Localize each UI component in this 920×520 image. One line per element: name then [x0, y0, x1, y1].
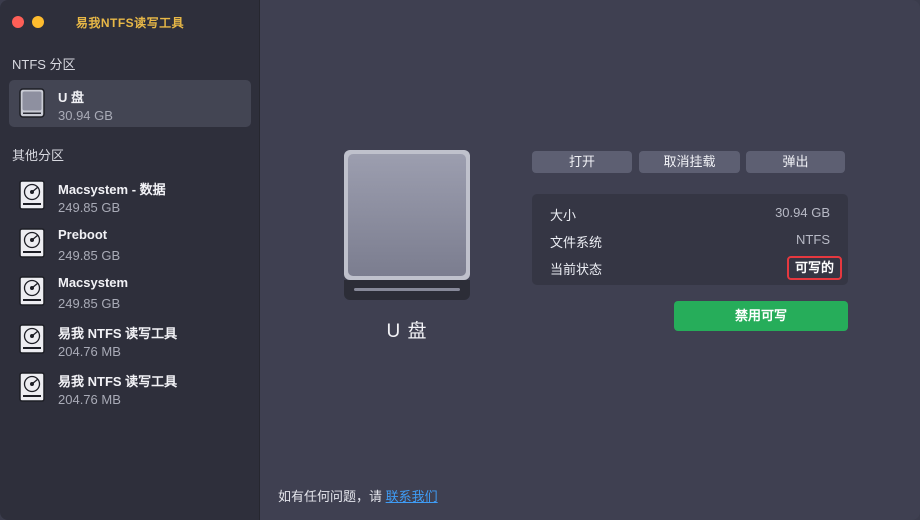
drive-face: [348, 154, 466, 276]
help-text: 如有任何问题，请 联系我们: [278, 486, 438, 505]
sidebar: 易我NTFS读写工具 NTFS 分区 U 盘 30.94 GB 其他分区 Mac…: [0, 0, 260, 520]
app-window: 易我NTFS读写工具 NTFS 分区 U 盘 30.94 GB 其他分区 Mac…: [0, 0, 920, 520]
other-section-title: 其他分区: [12, 148, 65, 163]
disable-write-button[interactable]: 禁用可写: [674, 301, 848, 331]
sidebar-item-name: 易我 NTFS 读写工具: [58, 374, 178, 389]
sidebar-item-macsystem[interactable]: Macsystem 249.85 GB: [9, 268, 251, 315]
sidebar-item-size: 249.85 GB: [58, 200, 121, 215]
hard-disk-icon: [19, 180, 45, 210]
sidebar-item-name: Macsystem - 数据: [58, 182, 166, 197]
sidebar-item-name: U 盘: [58, 90, 85, 105]
filesystem-value: NTFS: [796, 232, 830, 247]
size-value: 30.94 GB: [775, 205, 830, 220]
status-badge: 可写的: [786, 256, 842, 280]
info-row-filesystem: 文件系统 NTFS: [550, 232, 830, 252]
sidebar-item-preboot[interactable]: Preboot 249.85 GB: [9, 220, 251, 267]
hard-disk-icon: [19, 324, 45, 354]
open-button[interactable]: 打开: [532, 151, 632, 173]
app-title: 易我NTFS读写工具: [75, 16, 185, 30]
drive-body: [344, 150, 470, 280]
disk-info-panel: 大小 30.94 GB 文件系统 NTFS 当前状态 可写的: [532, 194, 848, 285]
drive-base: [344, 280, 470, 300]
filesystem-label: 文件系统: [550, 235, 603, 250]
size-label: 大小: [550, 208, 577, 223]
sidebar-item-name: Preboot: [58, 227, 108, 242]
hard-disk-icon: [19, 228, 45, 258]
help-prompt: 如有任何问题，请: [278, 489, 386, 504]
usb-drive-icon: [19, 88, 45, 118]
sidebar-item-macsystem-data[interactable]: Macsystem - 数据 249.85 GB: [9, 172, 251, 219]
eject-button[interactable]: 弹出: [746, 151, 845, 173]
status-label: 当前状态: [550, 262, 603, 277]
sidebar-item-size: 204.76 MB: [58, 344, 121, 359]
sidebar-item-size: 204.76 MB: [58, 392, 121, 407]
sidebar-item-name: 易我 NTFS 读写工具: [58, 326, 178, 341]
drive-slot: [354, 288, 460, 291]
hard-disk-icon: [19, 276, 45, 306]
usb-drive-illustration-icon: [344, 150, 470, 300]
sidebar-item-size: 249.85 GB: [58, 296, 121, 311]
contact-us-link[interactable]: 联系我们: [386, 489, 438, 504]
sidebar-item-usb[interactable]: U 盘 30.94 GB: [9, 80, 251, 127]
selected-disk-name: U 盘: [386, 321, 428, 342]
sidebar-item-easeus-ntfs-1[interactable]: 易我 NTFS 读写工具 204.76 MB: [9, 316, 251, 363]
info-row-size: 大小 30.94 GB: [550, 205, 830, 225]
sidebar-item-size: 249.85 GB: [58, 248, 121, 263]
hard-disk-icon: [19, 372, 45, 402]
unmount-button[interactable]: 取消挂载: [639, 151, 740, 173]
sidebar-item-size: 30.94 GB: [58, 108, 113, 123]
sidebar-item-name: Macsystem: [58, 275, 129, 290]
ntfs-section-title: NTFS 分区: [12, 57, 76, 72]
sidebar-item-easeus-ntfs-2[interactable]: 易我 NTFS 读写工具 204.76 MB: [9, 364, 251, 411]
